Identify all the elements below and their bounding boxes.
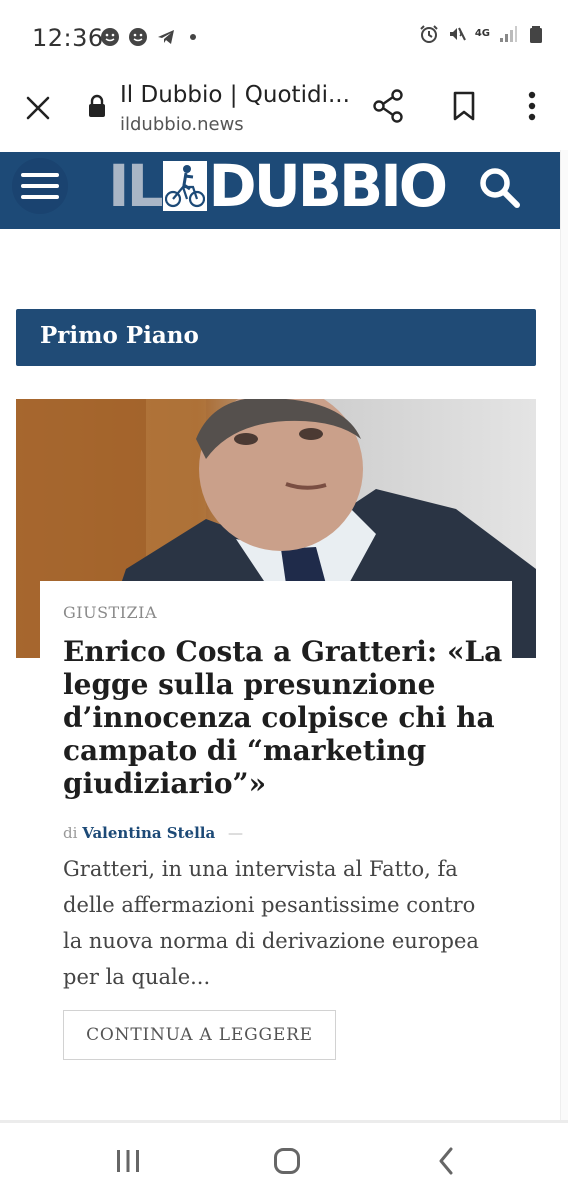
back-button[interactable] xyxy=(424,1141,468,1181)
back-icon xyxy=(439,1147,453,1175)
close-tab-button[interactable] xyxy=(18,88,58,128)
telegram-icon xyxy=(158,30,174,44)
article-category[interactable]: GIUSTIZIA xyxy=(63,603,157,622)
article-title[interactable]: Enrico Costa a Gratteri: «La legge sulla… xyxy=(63,635,503,800)
close-icon xyxy=(26,96,50,120)
article-byline: di Valentina Stella — xyxy=(63,824,243,842)
logo-il: IL xyxy=(108,152,164,220)
more-options-button[interactable] xyxy=(512,86,552,126)
page-url: ildubbio.news xyxy=(120,114,244,135)
face-icon xyxy=(129,28,147,46)
read-more-button[interactable]: CONTINUA A LEGGERE xyxy=(63,1010,336,1060)
cyclist-icon xyxy=(162,161,207,211)
site-logo[interactable]: IL DUBBIO xyxy=(108,152,448,220)
recent-apps-button[interactable] xyxy=(106,1141,150,1181)
system-icons: 4G xyxy=(419,24,546,44)
menu-button[interactable] xyxy=(12,158,68,214)
hamburger-icon xyxy=(21,173,59,199)
face-icon xyxy=(101,28,119,46)
alarm-icon xyxy=(420,25,438,43)
share-icon xyxy=(373,89,403,123)
notification-icons xyxy=(100,27,196,47)
section-heading[interactable]: Primo Piano xyxy=(16,309,536,366)
byline-prefix: di xyxy=(63,824,78,842)
mute-icon xyxy=(449,27,466,41)
bookmark-button[interactable] xyxy=(444,86,484,126)
page-title: Il Dubbio | Quotidi... xyxy=(120,82,350,108)
lock-icon xyxy=(88,94,106,123)
logo-dubbio: DUBBIO xyxy=(208,152,449,220)
browser-toolbar: Il Dubbio | Quotidi... ildubbio.news xyxy=(0,70,568,150)
byline-suffix: — xyxy=(228,824,243,842)
bookmark-icon xyxy=(453,91,475,121)
site-search-button[interactable] xyxy=(474,162,524,212)
status-time: 12:36 xyxy=(32,24,104,52)
site-header: IL DUBBIO xyxy=(0,152,560,229)
home-button[interactable] xyxy=(265,1141,309,1181)
search-icon xyxy=(480,168,520,208)
more-vert-icon xyxy=(528,91,536,121)
home-icon xyxy=(274,1148,300,1174)
article-excerpt: Gratteri, in una intervista al Fatto, fa… xyxy=(63,857,479,989)
system-nav-bar xyxy=(0,1123,568,1200)
article-card: GIUSTIZIA Enrico Costa a Gratteri: «La l… xyxy=(40,581,512,1101)
recent-apps-icon xyxy=(117,1150,139,1172)
section-heading-text: Primo Piano xyxy=(40,322,199,349)
page-scrollbar xyxy=(560,150,568,1120)
share-button[interactable] xyxy=(368,86,408,126)
article-author[interactable]: Valentina Stella xyxy=(82,824,215,842)
status-bar: 12:36 4G xyxy=(0,0,568,78)
battery-icon xyxy=(530,26,542,43)
network-type: 4G xyxy=(474,28,490,39)
more-notifications-dot xyxy=(190,34,196,40)
signal-icon xyxy=(500,26,517,42)
